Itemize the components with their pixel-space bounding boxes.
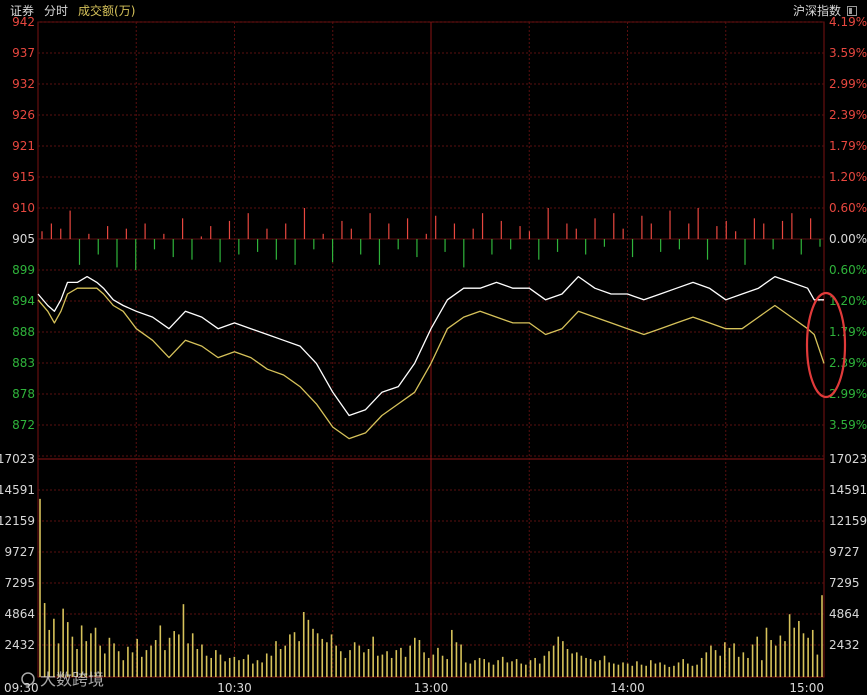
volume-tick-label: 17023 <box>829 452 867 466</box>
percent-tick-label: 0.00% <box>829 232 867 246</box>
volume-tick-label: 2432 <box>4 638 35 652</box>
percent-tick-label: 1.79% <box>829 325 867 339</box>
percent-tick-label: 2.99% <box>829 387 867 401</box>
percent-tick-label: 2.99% <box>829 77 867 91</box>
percent-tick-label: 2.39% <box>829 108 867 122</box>
price-tick-label: 932 <box>12 77 35 91</box>
percent-tick-label: 4.19% <box>829 15 867 29</box>
percent-tick-label: 3.59% <box>829 418 867 432</box>
price-tick-label: 915 <box>12 170 35 184</box>
volume-tick-label: 12159 <box>829 514 867 528</box>
price-tick-label: 899 <box>12 263 35 277</box>
price-tick-label: 883 <box>12 356 35 370</box>
volume-tick-label: 9727 <box>829 545 860 559</box>
time-tick-label: 09:30 <box>4 681 39 695</box>
time-tick-label: 15:00 <box>789 681 824 695</box>
price-tick-label: 894 <box>12 294 35 308</box>
volume-tick-label: 7295 <box>4 576 35 590</box>
time-tick-label: 13:00 <box>414 681 449 695</box>
time-tick-label: 10:30 <box>217 681 252 695</box>
percent-tick-label: 1.79% <box>829 139 867 153</box>
price-tick-label: 878 <box>12 387 35 401</box>
percent-tick-label: 3.59% <box>829 46 867 60</box>
watermark: 大数跨境 <box>40 670 104 689</box>
time-tick-label: 14:00 <box>610 681 645 695</box>
volume-tick-label: 12159 <box>0 514 35 528</box>
price-tick-label: 888 <box>12 325 35 339</box>
annotation-ellipse <box>805 291 847 399</box>
percent-tick-label: 1.20% <box>829 294 867 308</box>
intraday-chart: 942 937 932 926 921 915 910 905 899 894 888 883 878 8… <box>0 15 867 695</box>
volume-tick-label: 2432 <box>829 638 860 652</box>
price-tick-label: 926 <box>12 108 35 122</box>
volume-tick-label: 9727 <box>4 545 35 559</box>
percent-tick-label: 2.39% <box>829 356 867 370</box>
volume-tick-label: 17023 <box>0 452 35 466</box>
price-tick-label: 942 <box>12 15 35 29</box>
price-tick-label: 937 <box>12 46 35 60</box>
percent-tick-label: 0.60% <box>829 201 867 215</box>
price-tick-label: 872 <box>12 418 35 432</box>
price-tick-label: 921 <box>12 139 35 153</box>
volume-tick-label: 4864 <box>4 607 35 621</box>
volume-tick-label: 14591 <box>0 483 35 497</box>
volume-tick-label: 14591 <box>829 483 867 497</box>
volume-tick-label: 7295 <box>829 576 860 590</box>
percent-tick-label: 0.60% <box>829 263 867 277</box>
price-tick-label: 910 <box>12 201 35 215</box>
price-tick-label: 905 <box>12 232 35 246</box>
volume-tick-label: 4864 <box>829 607 860 621</box>
percent-tick-label: 1.20% <box>829 170 867 184</box>
